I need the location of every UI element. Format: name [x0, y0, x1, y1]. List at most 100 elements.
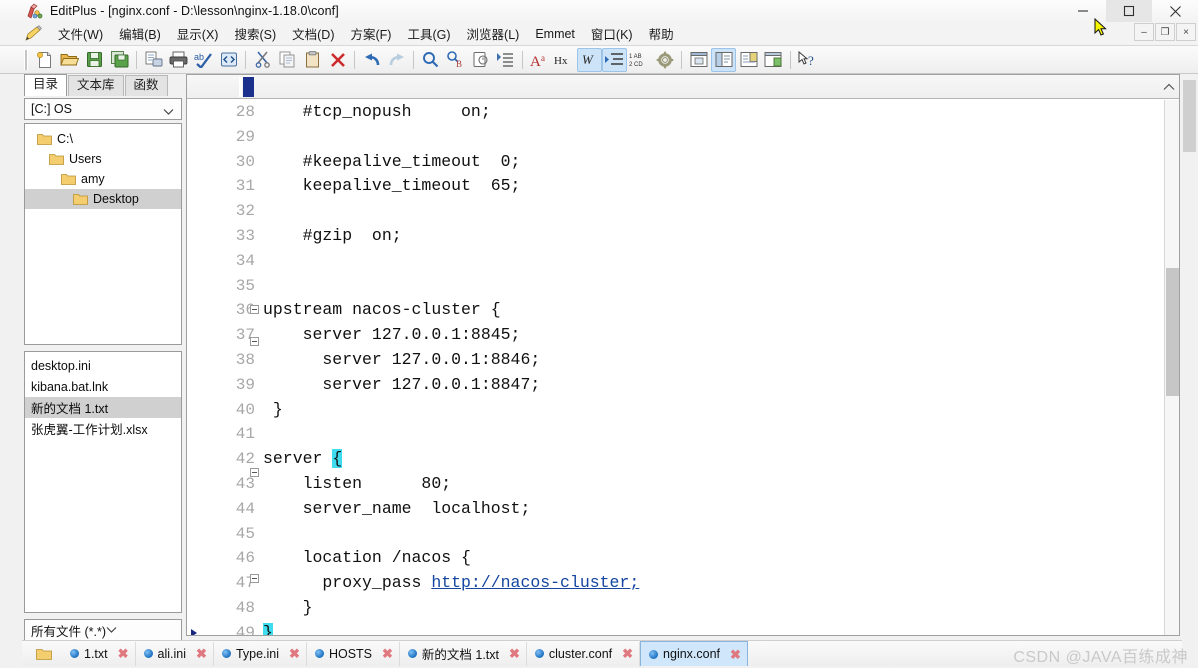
menu-project[interactable]: 方案(F) [343, 22, 400, 45]
file-filter-select[interactable]: 所有文件 (*.*) [24, 619, 182, 641]
code-line[interactable]: server { [263, 447, 1165, 472]
new-file-button[interactable] [32, 48, 57, 72]
find-replace-button[interactable]: B [443, 48, 468, 72]
tree-item[interactable]: C:\ [25, 129, 181, 149]
tree-item[interactable]: amy [25, 169, 181, 189]
file-list[interactable]: desktop.ini kibana.bat.lnk 新的文档 1.txt 张虎翼-工… [24, 351, 182, 613]
doc-tab-ali-ini[interactable]: ali.ini ✖ [136, 641, 214, 666]
save-button[interactable] [82, 48, 107, 72]
fold-toggle-icon[interactable] [247, 305, 261, 330]
clip-library-button[interactable] [736, 48, 761, 72]
file-list-item[interactable]: 新的文档 1.txt [25, 397, 181, 418]
menu-document[interactable]: 文档(D) [284, 22, 342, 45]
sidebar-tab-directory[interactable]: 目录 [24, 74, 68, 96]
html-toolbar-button[interactable] [216, 48, 241, 72]
menu-view[interactable]: 显示(X) [169, 22, 227, 45]
code-line[interactable]: location /nacos { [263, 546, 1165, 571]
settings-button[interactable] [652, 48, 677, 72]
scroll-up-arrow-icon[interactable] [1161, 77, 1177, 97]
wordwrap-button[interactable]: W [577, 47, 602, 72]
close-button[interactable] [1152, 0, 1198, 22]
menu-help[interactable]: 帮助 [641, 22, 682, 45]
code-line[interactable]: #tcp_nopush on; [263, 100, 1165, 125]
close-icon[interactable]: ✖ [382, 647, 393, 660]
menu-tools[interactable]: 工具(G) [399, 22, 458, 45]
drive-select[interactable]: [C:] OS [24, 98, 182, 120]
folder-icon[interactable] [36, 647, 52, 660]
outer-scrollbar-thumb[interactable] [1183, 80, 1196, 152]
code-text[interactable]: #tcp_nopush on; #keepalive_timeout 0; ke… [263, 100, 1165, 635]
mdi-restore-button[interactable]: ❐ [1155, 23, 1175, 41]
fold-margin[interactable] [247, 100, 261, 635]
tree-item[interactable]: Desktop [25, 189, 181, 209]
tree-item[interactable]: Users [25, 149, 181, 169]
font-button[interactable]: Aa [527, 48, 552, 72]
fold-toggle-icon[interactable] [247, 468, 261, 493]
close-icon[interactable]: ✖ [118, 647, 129, 660]
mdi-close-button[interactable]: × [1176, 23, 1196, 41]
menu-edit[interactable]: 编辑(B) [111, 22, 169, 45]
scrollbar-thumb[interactable] [1166, 268, 1179, 396]
maximize-button[interactable] [1106, 0, 1152, 22]
close-icon[interactable]: ✖ [730, 648, 741, 661]
close-icon[interactable]: ✖ [196, 647, 207, 660]
sidebar-tab-function[interactable]: 函数 [124, 75, 168, 96]
file-list-item[interactable]: desktop.ini [25, 355, 181, 376]
editor-vertical-scrollbar[interactable] [1164, 100, 1179, 635]
file-list-item[interactable]: kibana.bat.lnk [25, 376, 181, 397]
code-line[interactable]: server 127.0.0.1:8845; [263, 323, 1165, 348]
code-line[interactable] [263, 125, 1165, 150]
bookmark-button[interactable] [493, 48, 518, 72]
doc-tab-nginx-conf[interactable]: nginx.conf ✖ [640, 641, 748, 666]
linenumber-button[interactable]: 1 AB 2 CD [627, 48, 652, 72]
code-line[interactable]: server 127.0.0.1:8847; [263, 373, 1165, 398]
redo-button[interactable] [384, 48, 409, 72]
menu-emmet[interactable]: Emmet [527, 25, 583, 43]
close-icon[interactable]: ✖ [289, 647, 300, 660]
code-line[interactable] [263, 522, 1165, 547]
code-line[interactable]: } [263, 621, 1165, 635]
save-all-button[interactable] [107, 48, 132, 72]
code-line[interactable]: #gzip on; [263, 224, 1165, 249]
goto-button[interactable] [468, 48, 493, 72]
code-line[interactable]: server_name localhost; [263, 497, 1165, 522]
code-line[interactable]: } [263, 398, 1165, 423]
close-icon[interactable]: ✖ [509, 647, 520, 660]
menu-window[interactable]: 窗口(K) [583, 22, 641, 45]
code-line[interactable] [263, 199, 1165, 224]
print-button[interactable] [166, 48, 191, 72]
sidebar-tab-cliptext[interactable]: 文本库 [68, 75, 124, 96]
code-line[interactable]: keepalive_timeout 65; [263, 174, 1165, 199]
paste-button[interactable] [300, 48, 325, 72]
hex-button[interactable]: Hx [552, 48, 577, 72]
indent-button[interactable] [602, 47, 627, 72]
mdi-minimize-button[interactable]: – [1134, 23, 1154, 41]
doc-tab-1-txt[interactable]: 1.txt ✖ [62, 641, 136, 666]
folder-tree[interactable]: C:\ Users amy Desktop [24, 123, 182, 345]
code-line[interactable]: server 127.0.0.1:8846; [263, 348, 1165, 373]
directory-pane-button[interactable] [711, 47, 736, 72]
code-line[interactable] [263, 422, 1165, 447]
print-preview-button[interactable] [141, 48, 166, 72]
code-line[interactable]: upstream nacos-cluster { [263, 298, 1165, 323]
doc-tab-type-ini[interactable]: Type.ini ✖ [214, 641, 307, 666]
fold-toggle-icon[interactable] [247, 337, 261, 362]
undo-button[interactable] [359, 48, 384, 72]
spellcheck-button[interactable]: ab [191, 48, 216, 72]
url-link[interactable]: http://nacos-cluster; [431, 573, 639, 592]
copy-button[interactable] [275, 48, 300, 72]
doc-tab-cluster-conf[interactable]: cluster.conf ✖ [527, 641, 641, 666]
menu-file[interactable]: 文件(W) [50, 22, 111, 45]
doc-tab-xinde-wendang[interactable]: 新的文档 1.txt ✖ [400, 641, 527, 666]
open-file-button[interactable] [57, 48, 82, 72]
document-selector-button[interactable] [761, 48, 786, 72]
menu-search[interactable]: 搜索(S) [226, 22, 284, 45]
code-line[interactable]: #keepalive_timeout 0; [263, 150, 1165, 175]
menu-browser[interactable]: 浏览器(L) [459, 22, 528, 45]
file-list-item[interactable]: 张虎翼-工作计划.xlsx [25, 418, 181, 439]
context-help-button[interactable]: ? [795, 48, 820, 72]
close-icon[interactable]: ✖ [622, 647, 633, 660]
code-line[interactable]: listen 80; [263, 472, 1165, 497]
code-line[interactable]: proxy_pass http://nacos-cluster; [263, 571, 1165, 596]
cut-button[interactable] [250, 48, 275, 72]
